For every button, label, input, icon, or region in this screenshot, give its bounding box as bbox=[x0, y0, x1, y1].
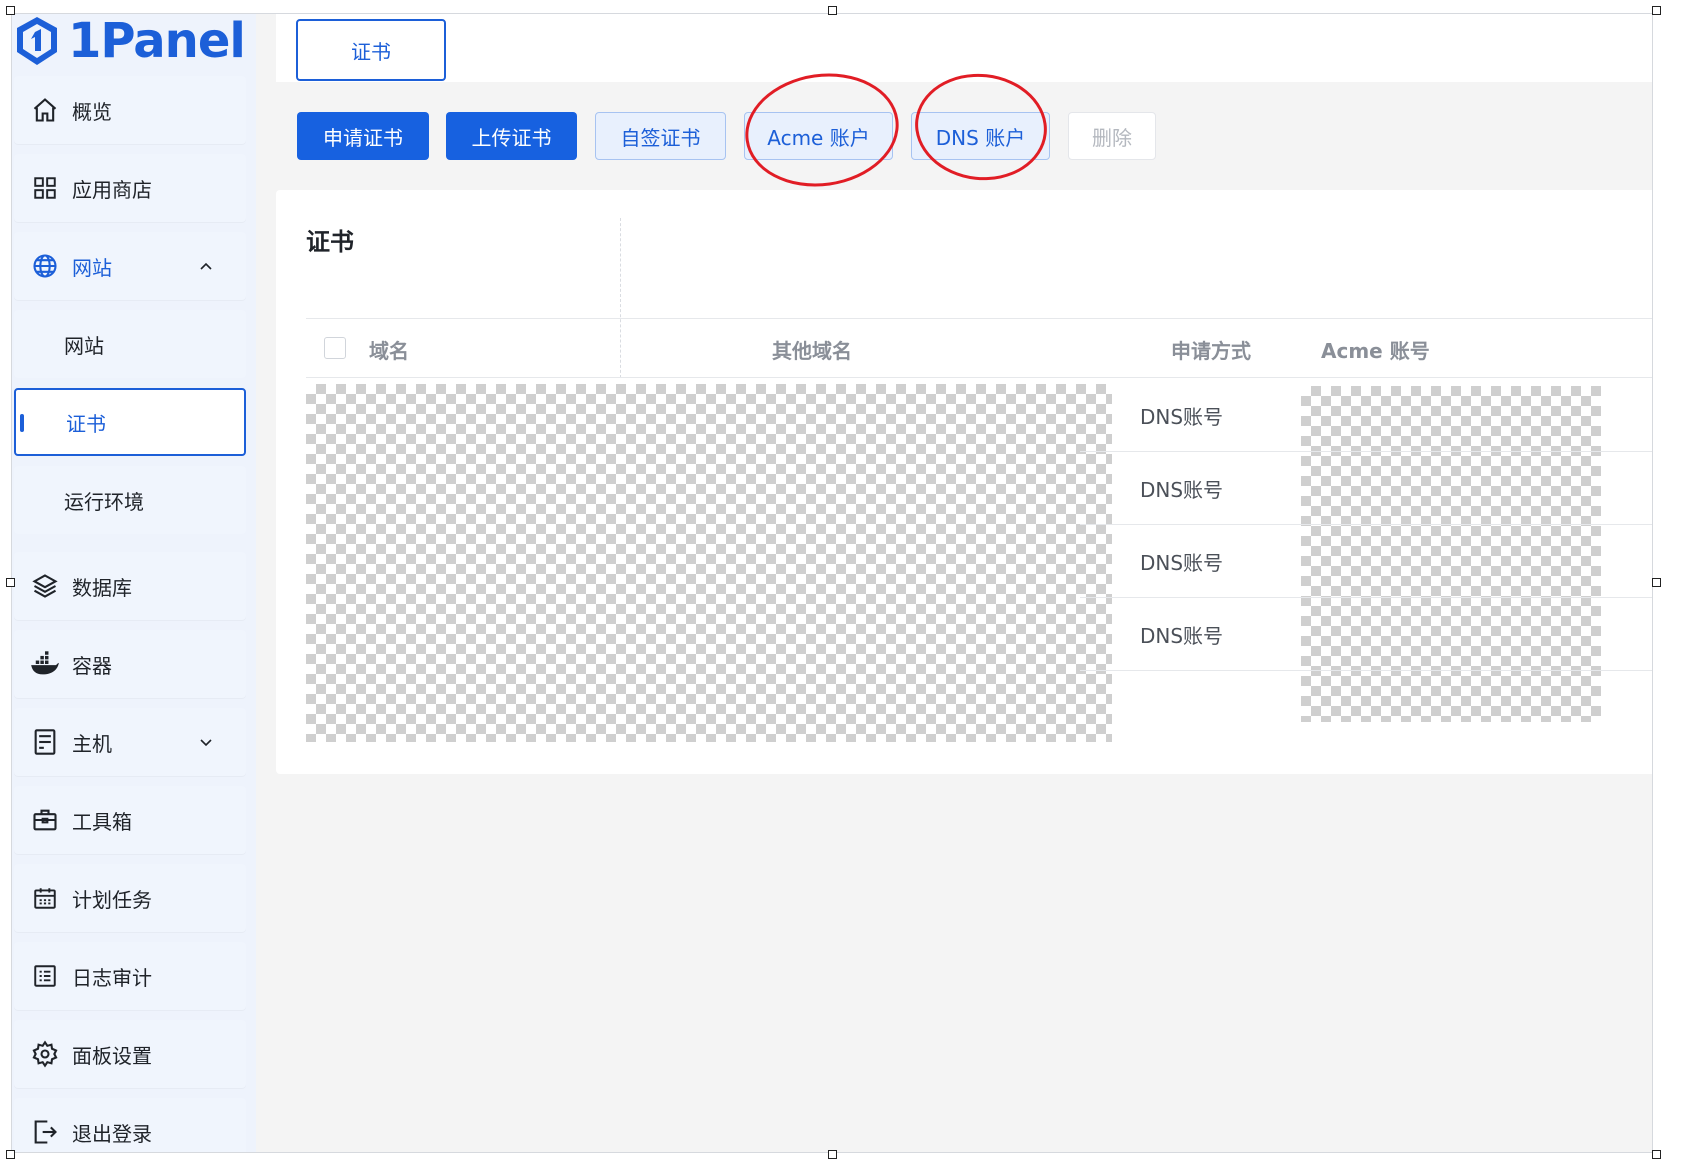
logo-text: 1Panel bbox=[68, 13, 246, 69]
column-header-domain: 域名 bbox=[369, 339, 409, 363]
logo-shield-icon bbox=[17, 17, 57, 65]
selected-indicator bbox=[20, 414, 24, 432]
upload-cert-button[interactable]: 上传证书 bbox=[446, 112, 577, 160]
globe-icon bbox=[30, 251, 60, 281]
resize-handle[interactable] bbox=[6, 6, 15, 15]
sidebar-item-label: 网站 bbox=[72, 255, 112, 280]
table-header: 域名 其他域名 申请方式 Acme 账号 bbox=[306, 318, 1652, 378]
annotation-circle bbox=[909, 67, 1053, 187]
sidebar-item-label: 工具箱 bbox=[72, 809, 132, 834]
submenu-item-website[interactable]: 网站 bbox=[14, 310, 246, 378]
table-row: DNS账号 bbox=[1080, 598, 1652, 671]
column-header-method: 申请方式 bbox=[1171, 339, 1251, 363]
calendar-icon bbox=[30, 883, 60, 913]
sidebar-item-label: 退出登录 bbox=[72, 1121, 152, 1146]
sidebar-item-label: 日志审计 bbox=[72, 965, 152, 990]
main-content: 证书 申请证书 上传证书 自签证书 Acme 账户 DNS 账户 删除 证书 域… bbox=[256, 14, 1652, 1152]
column-header-other-domains: 其他域名 bbox=[772, 339, 852, 363]
resize-handle[interactable] bbox=[1652, 1150, 1661, 1159]
sidebar-item-audit-log[interactable]: 日志审计 bbox=[14, 942, 246, 1010]
sidebar-item-database[interactable]: 数据库 bbox=[14, 552, 246, 620]
row-method: DNS账号 bbox=[1140, 478, 1224, 502]
toolbox-icon bbox=[30, 805, 60, 835]
tab-certificate[interactable]: 证书 bbox=[296, 19, 446, 81]
sidebar-item-cron[interactable]: 计划任务 bbox=[14, 864, 246, 932]
layers-icon bbox=[30, 571, 60, 601]
table-row: DNS账号 bbox=[1080, 452, 1652, 525]
row-method: DNS账号 bbox=[1140, 624, 1224, 648]
sidebar-item-label: 主机 bbox=[72, 731, 112, 756]
window-frame: 1Panel 概览 应用商店 网站 网站 证书 运行环境 数据库 容器 主机 工… bbox=[11, 13, 1653, 1153]
sidebar-item-overview[interactable]: 概览 bbox=[14, 76, 246, 144]
select-all-checkbox[interactable] bbox=[324, 337, 346, 359]
submenu-item-label: 证书 bbox=[66, 411, 106, 436]
submenu-item-certificate[interactable]: 证书 bbox=[14, 388, 246, 456]
delete-button[interactable]: 删除 bbox=[1068, 112, 1156, 160]
sidebar-item-label: 概览 bbox=[72, 99, 112, 124]
grid-icon bbox=[30, 173, 60, 203]
row-method: DNS账号 bbox=[1140, 405, 1224, 429]
row-method: DNS账号 bbox=[1140, 551, 1224, 575]
sidebar-item-label: 容器 bbox=[72, 653, 112, 678]
logout-icon bbox=[30, 1117, 60, 1147]
table-row: DNS账号 bbox=[1080, 379, 1652, 452]
server-icon bbox=[30, 727, 60, 757]
table-row: DNS账号 bbox=[1080, 525, 1652, 598]
resize-handle[interactable] bbox=[828, 1150, 837, 1159]
sidebar: 1Panel 概览 应用商店 网站 网站 证书 运行环境 数据库 容器 主机 工… bbox=[12, 14, 256, 1152]
sidebar-item-label: 面板设置 bbox=[72, 1043, 152, 1068]
home-icon bbox=[30, 95, 60, 125]
apply-cert-button[interactable]: 申请证书 bbox=[297, 112, 429, 160]
self-signed-cert-button[interactable]: 自签证书 bbox=[595, 112, 726, 160]
sidebar-item-label: 计划任务 bbox=[72, 887, 152, 912]
chevron-up-icon bbox=[196, 256, 216, 276]
resize-handle[interactable] bbox=[828, 6, 837, 15]
resize-handle[interactable] bbox=[6, 1150, 15, 1159]
resize-handle[interactable] bbox=[1652, 6, 1661, 15]
certificate-card: 证书 域名 其他域名 申请方式 Acme 账号 DNS账号 DNS账号 DNS账… bbox=[276, 190, 1652, 774]
sidebar-item-logout[interactable]: 退出登录 bbox=[14, 1098, 246, 1152]
sidebar-item-panel-settings[interactable]: 面板设置 bbox=[14, 1020, 246, 1088]
sidebar-item-label: 数据库 bbox=[72, 575, 132, 600]
sidebar-item-toolbox[interactable]: 工具箱 bbox=[14, 786, 246, 854]
redacted-region bbox=[306, 384, 1112, 742]
sidebar-item-website[interactable]: 网站 bbox=[14, 232, 246, 300]
sidebar-item-label: 应用商店 bbox=[72, 177, 152, 202]
column-header-acme-account: Acme 账号 bbox=[1321, 339, 1430, 363]
docker-icon bbox=[30, 649, 60, 679]
gear-icon bbox=[30, 1039, 60, 1069]
logo: 1Panel bbox=[14, 13, 246, 70]
resize-handle[interactable] bbox=[1652, 578, 1661, 587]
chevron-down-icon bbox=[196, 732, 216, 752]
sidebar-item-container[interactable]: 容器 bbox=[14, 630, 246, 698]
card-title: 证书 bbox=[306, 228, 354, 256]
list-icon bbox=[30, 961, 60, 991]
annotation-circle bbox=[737, 63, 907, 197]
sidebar-item-host[interactable]: 主机 bbox=[14, 708, 246, 776]
sidebar-item-app-store[interactable]: 应用商店 bbox=[14, 154, 246, 222]
tab-bar: 证书 bbox=[276, 14, 1652, 82]
resize-handle[interactable] bbox=[6, 578, 15, 587]
submenu-item-runtime[interactable]: 运行环境 bbox=[14, 466, 246, 534]
